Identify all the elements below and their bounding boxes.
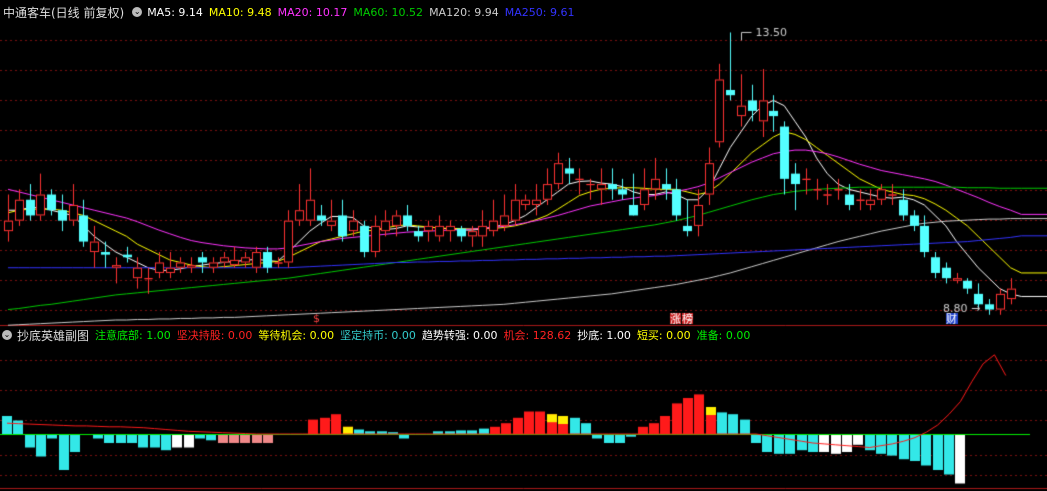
indicator-title: 抄底英雄副图 — [17, 328, 90, 343]
indicator-value-hold-cash: 坚定持币: 0.00 — [340, 329, 416, 342]
price-chart-header: 中通客车(日线 前复权) ⌄ MA5: 9.14 MA10: 9.48 MA20… — [0, 3, 581, 21]
indicator-value-bottom-attention: 注意底部: 1.00 — [95, 329, 171, 342]
ma20-value: MA20: 10.17 — [277, 5, 348, 19]
ma120-value: MA120: 9.94 — [429, 5, 499, 19]
indicator-header: ⌄ 抄底英雄副图 注意底部: 1.00 坚决持股: 0.00 等待机会: 0.0… — [0, 326, 756, 344]
ma10-value: MA10: 9.48 — [208, 5, 272, 19]
indicator-value-chance: 机会: 128.62 — [503, 329, 572, 342]
chevron-down-icon[interactable]: ⌄ — [2, 330, 12, 340]
stock-title: 中通客车(日线 前复权) — [3, 5, 125, 20]
indicator-value-wait-chance: 等待机会: 0.00 — [258, 329, 335, 342]
chevron-down-icon[interactable]: ⌄ — [132, 7, 143, 17]
ma60-value: MA60: 10.52 — [353, 5, 424, 19]
indicator-value-short-buy: 短买: 0.00 — [636, 329, 691, 342]
ma250-value: MA250: 9.61 — [504, 5, 575, 19]
indicator-value-prepare: 准备: 0.00 — [696, 329, 751, 342]
indicator-value-bottom-buy: 抄底: 1.00 — [577, 329, 631, 342]
ma5-value: MA5: 9.14 — [147, 5, 203, 19]
indicator-value-trend-strong: 趋势转强: 0.00 — [421, 329, 498, 342]
kline-chart-canvas[interactable] — [0, 0, 1047, 491]
indicator-value-hold-firmly: 坚决持股: 0.00 — [176, 329, 253, 342]
